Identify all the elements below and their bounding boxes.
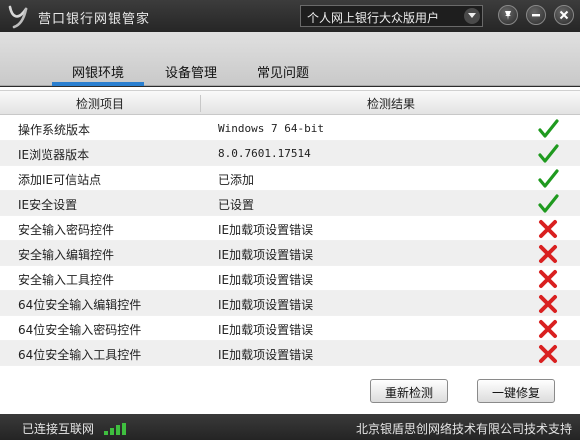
one-click-repair-button[interactable]: 一键修复 [477,379,555,403]
chevron-down-icon[interactable] [464,8,480,24]
check-result: IE加载项设置错误 [218,323,314,337]
title-bar: 营口银行网银管家 个人网上银行大众版用户 [0,0,580,32]
minimize-icon [532,14,540,17]
table-row: 安全输入编辑控件 IE加载项设置错误 [0,241,580,266]
check-icon [538,169,559,188]
check-result: 已设置 [218,198,255,212]
pin-icon [505,11,511,20]
status-bar: 已连接互联网 北京银盾思创网络技术有限公司技术支持 [0,414,580,440]
tab-network-environment[interactable]: 网银环境 [52,58,144,86]
check-item: 操作系统版本 [18,123,91,137]
close-button[interactable] [554,5,574,25]
cross-icon [539,245,557,263]
table-row: 添加IE可信站点 已添加 [0,166,580,191]
cross-icon [539,270,557,288]
check-result: IE加载项设置错误 [218,248,314,262]
recheck-button[interactable]: 重新检测 [370,379,448,403]
table-header: 检测项目 检测结果 [0,90,580,115]
check-item: 64位安全输入编辑控件 [18,298,142,312]
user-mode-value: 个人网上银行大众版用户 [307,11,440,25]
check-result: IE加载项设置错误 [218,223,314,237]
cross-icon [539,220,557,238]
app-title: 营口银行网银管家 [38,12,151,27]
user-mode-select[interactable]: 个人网上银行大众版用户 [300,5,483,27]
table-row: 64位安全输入密码控件 IE加载项设置错误 [0,316,580,341]
close-icon [559,10,569,20]
pin-button[interactable] [498,5,518,25]
table-row: 安全输入密码控件 IE加载项设置错误 [0,216,580,241]
table-row: 64位安全输入工具控件 IE加载项设置错误 [0,341,580,366]
table-row: 操作系统版本 Windows 7 64-bit [0,116,580,141]
check-item: 添加IE可信站点 [18,173,102,187]
check-item: 安全输入编辑控件 [18,248,115,262]
check-item: 安全输入密码控件 [18,223,115,237]
tab-faq[interactable]: 常见问题 [246,58,320,84]
check-result: IE加载项设置错误 [218,348,314,362]
tab-device-management[interactable]: 设备管理 [154,58,228,84]
table-row: 安全输入工具控件 IE加载项设置错误 [0,266,580,291]
check-list: 操作系统版本 Windows 7 64-bit IE浏览器版本 8.0.7601… [0,116,580,366]
tab-bar: 网银环境 设备管理 常见问题 [0,32,580,86]
signal-bars-icon [104,423,126,435]
table-row: 64位安全输入编辑控件 IE加载项设置错误 [0,291,580,316]
check-item: 64位安全输入工具控件 [18,348,142,362]
column-header-result: 检测结果 [366,97,415,111]
cross-icon [539,320,557,338]
check-icon [538,144,559,163]
main-panel: 检测项目 检测结果 操作系统版本 Windows 7 64-bit IE浏览器版… [0,87,580,414]
network-status: 已连接互联网 [22,422,95,436]
bank-logo-icon [8,5,28,29]
check-item: IE安全设置 [18,198,78,212]
check-result: IE加载项设置错误 [218,298,314,312]
check-icon [538,119,559,138]
minimize-button[interactable] [526,5,546,25]
column-header-item: 检测项目 [0,95,201,112]
check-result: 8.0.7601.17514 [218,147,311,160]
check-result: IE加载项设置错误 [218,273,314,287]
cross-icon [539,345,557,363]
check-item: 安全输入工具控件 [18,273,115,287]
table-row: IE浏览器版本 8.0.7601.17514 [0,141,580,166]
check-icon [538,194,559,213]
check-item: 64位安全输入密码控件 [18,323,142,337]
check-result: 已添加 [218,173,255,187]
table-row: IE安全设置 已设置 [0,191,580,216]
check-item: IE浏览器版本 [18,148,90,162]
support-text: 北京银盾思创网络技术有限公司技术支持 [355,422,572,436]
cross-icon [539,295,557,313]
check-result: Windows 7 64-bit [218,122,324,135]
